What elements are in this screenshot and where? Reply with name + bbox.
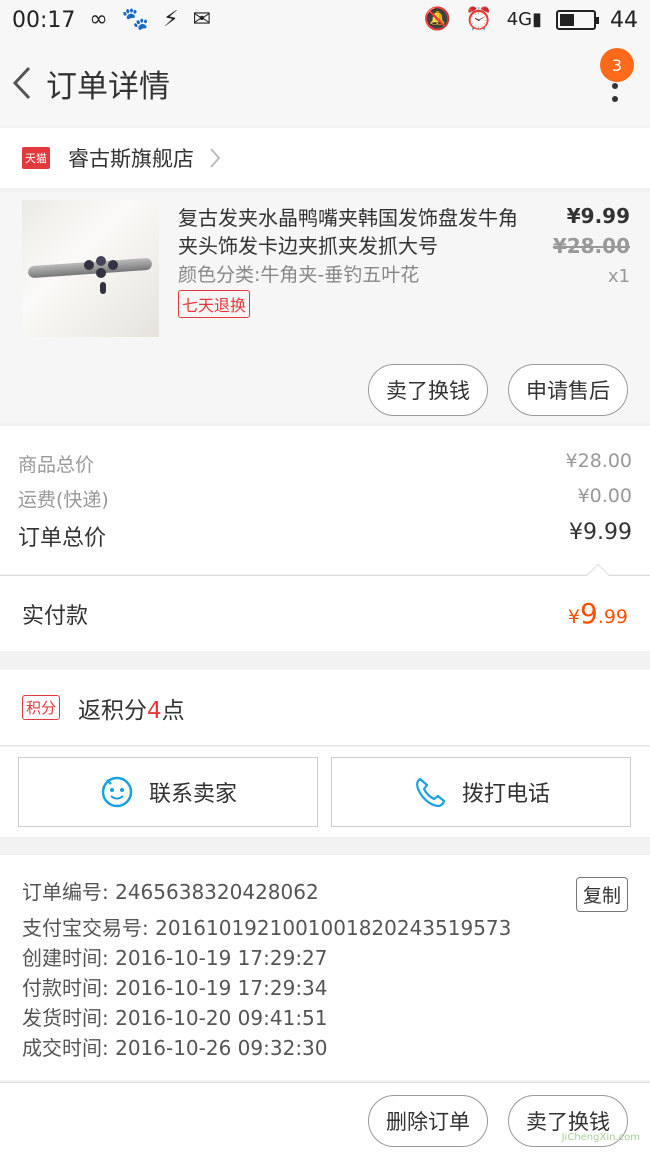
watermark: JiChengXin.com	[561, 1132, 640, 1143]
shipping-label: 运费(快递)	[18, 489, 109, 511]
mail-icon: ✉	[192, 7, 212, 32]
chevron-left-icon	[12, 66, 31, 100]
paid-time: 付款时间: 2016-10-19 17:29:34	[22, 976, 328, 1000]
product-image[interactable]	[22, 200, 159, 337]
phone-icon	[416, 777, 446, 808]
more-dot-icon	[612, 96, 618, 102]
points-count: 4	[147, 697, 162, 724]
payment-integer: 9	[579, 597, 598, 630]
actual-payment-label: 实付款	[22, 603, 89, 629]
goods-total-value: ¥28.00	[565, 450, 632, 472]
order-total-label: 订单总价	[18, 526, 107, 551]
signal-4g-icon: 4G▮	[506, 9, 542, 30]
actual-payment-row: 实付款 ¥9.99	[0, 563, 650, 651]
contact-seller-label: 联系卖家	[148, 782, 237, 807]
navigation-bar: 订单详情 3	[0, 40, 650, 126]
after-sale-button[interactable]: 申请售后	[508, 364, 628, 416]
sell-item-button[interactable]: 卖了换钱	[368, 364, 488, 416]
points-badge: 积分	[22, 695, 61, 720]
notification-badge: 3	[600, 48, 634, 82]
alarm-icon: ⏰	[465, 7, 493, 32]
product-quantity: x1	[607, 266, 630, 287]
shipped-time: 发货时间: 2016-10-20 09:41:51	[22, 1006, 328, 1030]
order-info: 订单编号: 2465638320428062 支付宝交易号: 201610192…	[0, 855, 650, 1080]
baidu-paw-icon: 🐾	[121, 7, 150, 32]
product-item[interactable]: 复古发夹水晶鸭嘴夹韩国发饰盘发牛角夹头饰发卡边夹抓夹发抓大号 颜色分类:牛角夹-…	[0, 192, 650, 422]
bottom-action-bar: 删除订单 卖了换钱 JiChengXin.com	[0, 1082, 650, 1155]
order-total-value: ¥9.99	[569, 520, 632, 545]
goods-total-label: 商品总价	[18, 454, 95, 476]
completed-time: 成交时间: 2016-10-26 09:32:30	[22, 1036, 328, 1060]
battery-icon	[556, 10, 599, 30]
points-row: 积分 返积分4点	[0, 670, 650, 746]
order-number[interactable]: 订单编号: 2465638320428062	[22, 877, 628, 907]
shop-name: 睿古斯旗舰店	[68, 147, 194, 171]
more-dot-icon	[612, 83, 618, 89]
product-spec: 颜色分类:牛角夹-垂钓五叶花	[178, 264, 420, 286]
price-summary: 商品总价 ¥28.00 运费(快递) ¥0.00 订单总价 ¥9.99	[0, 426, 650, 574]
status-bar: 00:17 ∞ 🐾 ⚡ ✉ 🔕 ⏰ 4G▮ 44	[0, 0, 650, 40]
call-phone-button[interactable]: 拨打电话	[331, 757, 631, 827]
return-policy-badge: 七天退换	[178, 290, 251, 318]
product-title[interactable]: 复古发夹水晶鸭嘴夹韩国发饰盘发牛角夹头饰发卡边夹抓夹发抓大号	[178, 204, 518, 260]
contact-section: 联系卖家 拨打电话	[0, 747, 650, 837]
copy-order-number-button[interactable]: 复制	[575, 877, 628, 912]
page-title: 订单详情	[46, 68, 170, 105]
product-price: ¥9.99	[566, 204, 630, 228]
payment-decimal: .99	[597, 606, 628, 628]
actual-payment-amount: ¥9.99	[568, 597, 628, 630]
points-text: 返积分4点	[78, 697, 185, 724]
product-original-price: ¥28.00	[552, 234, 630, 258]
payment-currency: ¥	[567, 606, 580, 628]
created-time: 创建时间: 2016-10-19 17:29:27	[22, 946, 328, 970]
tmall-icon: 天猫	[22, 147, 50, 169]
flash-icon: ⚡	[163, 7, 179, 32]
back-button[interactable]	[2, 40, 42, 126]
shipping-value: ¥0.00	[577, 485, 632, 507]
chevron-right-icon	[210, 148, 221, 168]
infinity-icon: ∞	[89, 7, 108, 32]
alipay-trade-number: 支付宝交易号: 2016101921001001820243519573	[22, 916, 512, 940]
shop-row[interactable]: 天猫 睿古斯旗舰店	[0, 128, 650, 188]
contact-seller-button[interactable]: 联系卖家	[18, 757, 318, 827]
delete-order-button[interactable]: 删除订单	[368, 1095, 488, 1147]
status-time: 00:17	[12, 7, 76, 33]
chat-bubble-icon	[101, 776, 133, 808]
call-phone-label: 拨打电话	[461, 782, 550, 807]
battery-percent: 44	[610, 7, 638, 33]
mute-icon: 🔕	[423, 7, 452, 32]
